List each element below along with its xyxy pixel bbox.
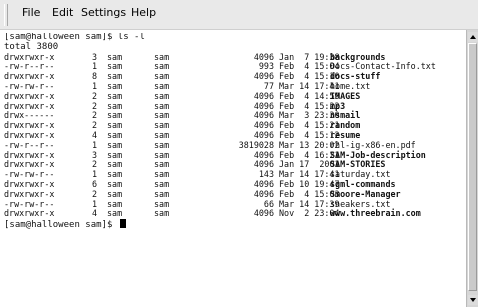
scroll-thumb[interactable] xyxy=(468,43,477,291)
listing-row: drwxrwxr-x 4 sam sam 4096 Nov 2 23:04 www.thre… xyxy=(4,209,464,219)
command-line: [sam@halloween sam]$ ls -l xyxy=(4,33,145,42)
block-cursor xyxy=(119,219,126,229)
permissions: drwxrwxr-x xyxy=(4,208,55,219)
total-line: total 3800 xyxy=(4,41,59,52)
listing-row: -rw-rw-r-- 1 sam sam 77 Mar 14 17:41 home.txt xyxy=(4,81,464,92)
file-size: 4096 xyxy=(253,208,274,219)
listing-row: drwx------ 2 sam sam 4096 Mar 3 23:30 nsmail xyxy=(4,111,464,121)
listing-row: drwxrwxr-x 2 sam sam 4096 Feb 4 14:59 IMAGES xyxy=(4,91,464,102)
menu-file[interactable]: File xyxy=(22,6,40,19)
listing-row: -rw-r--r-- 1 sam sam 993 Feb 4 15:04 Docs-Cont… xyxy=(4,62,464,72)
arrow-down-icon xyxy=(470,298,476,302)
scroll-down-button[interactable] xyxy=(468,295,478,305)
listing-row: drwxrwxr-x 2 sam sam 4096 Feb 4 15:03 Smoore-M… xyxy=(4,189,464,200)
menubar-grip[interactable] xyxy=(4,4,8,26)
menu-edit[interactable]: Edit xyxy=(52,6,73,19)
listing-row: drwxrwxr-x 3 sam sam 4096 Feb 4 16:21 SAM-Job-… xyxy=(4,150,464,161)
arrow-up-icon xyxy=(470,35,476,39)
final-prompt-line: [sam@halloween sam]$ xyxy=(4,219,464,231)
terminal-window: File Edit Settings Help [sam@halloween s… xyxy=(0,0,478,307)
menu-bar: File Edit Settings Help xyxy=(0,0,478,30)
link-count: 4 xyxy=(91,208,97,219)
vertical-scrollbar[interactable] xyxy=(466,30,478,307)
menu-settings[interactable]: Settings xyxy=(81,6,126,19)
owner: sam xyxy=(107,208,123,219)
group: sam xyxy=(154,208,170,219)
listing-row: drwxrwxr-x 2 sam sam 4096 Feb 4 15:22 mp3 xyxy=(4,101,464,112)
file-name: www.threebrain.com xyxy=(330,208,421,219)
listing-row: drwxrwxr-x 8 sam sam 4096 Feb 4 15:10 docs-stu… xyxy=(4,71,464,82)
file-listing: drwxrwxr-x 3 sam sam 4096 Jan 7 19:38 backgrou… xyxy=(4,52,464,220)
menu-help[interactable]: Help xyxy=(131,6,156,19)
final-prompt: [sam@halloween sam]$ xyxy=(4,220,113,231)
scroll-up-button[interactable] xyxy=(468,32,478,42)
listing-row: drwxrwxr-x 2 sam sam 4096 Feb 4 15:21 random xyxy=(4,120,464,131)
listing-row: drwxrwxr-x 2 sam sam 4096 Jan 17 2001 SAM-STOR… xyxy=(4,160,464,170)
terminal-output[interactable]: [sam@halloween sam]$ ls -l total 3800 dr… xyxy=(4,33,464,301)
